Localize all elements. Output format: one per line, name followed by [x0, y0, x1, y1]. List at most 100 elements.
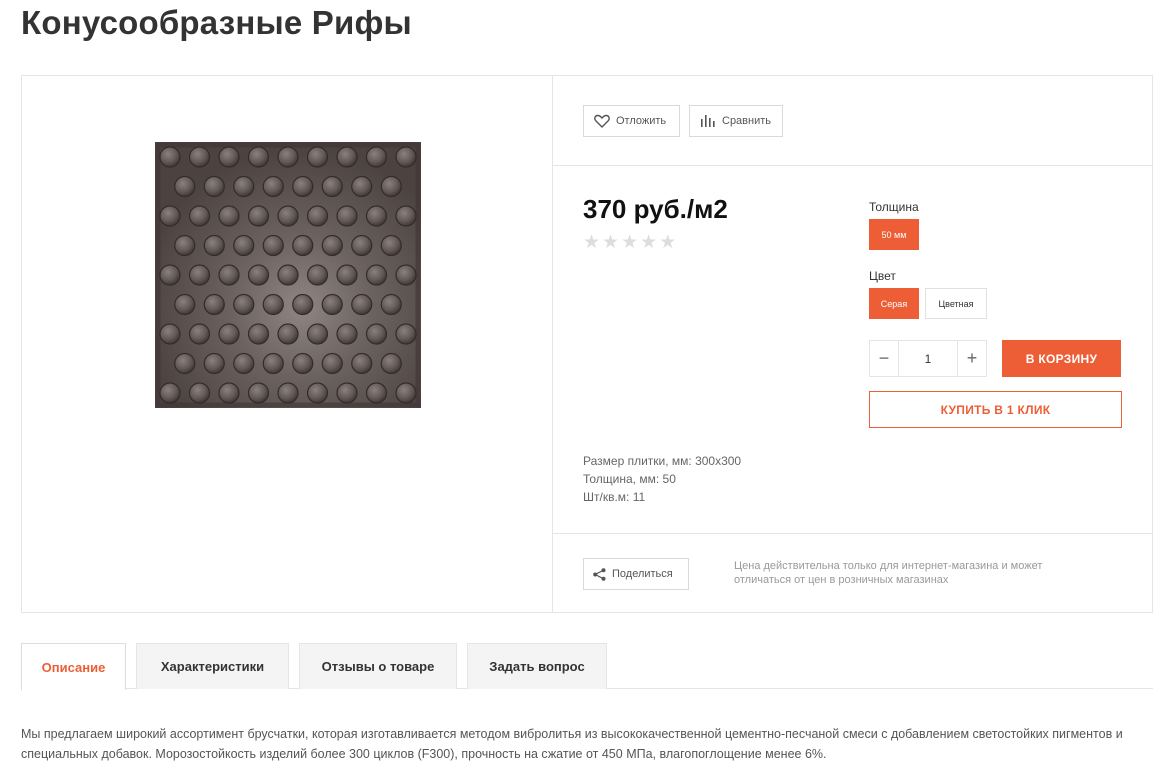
tile-cone	[351, 175, 373, 198]
tile-cone	[351, 293, 373, 316]
tile-cone	[292, 175, 314, 198]
tile-cone	[351, 234, 373, 257]
tile-cone	[159, 205, 181, 227]
tile-cone	[233, 352, 255, 375]
tile-cone	[336, 146, 358, 168]
product-gallery	[22, 76, 553, 612]
tile-cone	[277, 205, 299, 227]
quantity-input[interactable]: 1	[898, 341, 958, 376]
tile-cone	[174, 293, 196, 316]
tile-cone	[306, 323, 329, 345]
compare-button[interactable]: Сравнить	[689, 105, 783, 137]
tile-cone	[159, 146, 181, 168]
add-to-cart-button[interactable]: В КОРЗИНУ	[1002, 340, 1121, 377]
tile-cone	[292, 234, 314, 257]
product-tabs: Описание Характеристики Отзывы о товаре …	[21, 643, 1153, 690]
tile-cone	[395, 264, 417, 286]
page-title: Конусообразные Рифы	[21, 4, 412, 41]
product-properties: Размер плитки, мм: 300x300 Толщина, мм: …	[583, 452, 741, 506]
tile-cone	[321, 293, 343, 316]
product-info: Отложить Сравнить 370 руб./м2 ★ ★ ★ ★ ★ …	[553, 76, 1152, 612]
tile-cone	[159, 323, 181, 345]
tab-reviews[interactable]: Отзывы о товаре	[299, 643, 457, 689]
star-icon[interactable]: ★	[583, 233, 600, 252]
tile-cone	[203, 352, 225, 375]
product-price: 370 руб./м2	[583, 194, 728, 224]
color-label: Цвет	[869, 269, 896, 283]
star-icon[interactable]: ★	[621, 233, 638, 252]
share-icon	[593, 567, 606, 581]
tile-cone	[218, 264, 240, 286]
quantity-stepper: − 1 +	[869, 340, 987, 377]
tile-cone	[247, 264, 270, 286]
tile-cone	[380, 352, 402, 375]
tile-cone	[188, 146, 211, 168]
tile-cone	[395, 205, 417, 227]
tile-cone	[351, 352, 373, 375]
tile-cone	[277, 264, 299, 286]
tab-description[interactable]: Описание	[21, 643, 126, 690]
share-bar: Поделиться Цена действительна только для…	[553, 533, 1152, 612]
quantity-decrease-button[interactable]: −	[870, 341, 898, 376]
star-icon[interactable]: ★	[602, 233, 619, 252]
tile-cone	[365, 264, 388, 286]
tile-cone	[336, 382, 358, 404]
tile-cone	[277, 146, 299, 168]
tile-cone	[188, 382, 211, 404]
tile-cone	[203, 175, 225, 198]
defer-button[interactable]: Отложить	[583, 105, 680, 137]
tile-cone	[159, 382, 181, 404]
tab-characteristics[interactable]: Характеристики	[136, 643, 289, 689]
rating-stars[interactable]: ★ ★ ★ ★ ★	[583, 233, 676, 252]
property-thickness: Толщина, мм: 50	[583, 472, 676, 486]
tile-cone	[365, 146, 388, 168]
tile-cone	[188, 264, 211, 286]
tile-cone	[174, 175, 196, 198]
product-description: Мы предлагаем широкий ассортимент брусча…	[21, 727, 1123, 761]
tile-cone	[292, 352, 314, 375]
tile-cone	[247, 323, 270, 345]
tile-cone	[159, 264, 181, 286]
property-tile-size: Размер плитки, мм: 300x300	[583, 454, 742, 468]
tile-cone	[321, 234, 343, 257]
tile-cone	[262, 293, 284, 316]
thickness-label: Толщина	[869, 200, 919, 214]
tile-cone	[306, 146, 329, 168]
star-icon[interactable]: ★	[640, 233, 657, 252]
tile-cone	[321, 175, 343, 198]
color-option-gray[interactable]: Серая	[869, 288, 919, 319]
tile-cone	[365, 323, 388, 345]
tile-cone	[247, 382, 270, 404]
tile-cone	[395, 323, 417, 345]
tile-cone	[306, 264, 329, 286]
tile-cone	[321, 352, 343, 375]
quantity-increase-button[interactable]: +	[958, 341, 986, 376]
property-per-sqm: Шт/кв.м: 11	[583, 490, 646, 504]
tile-cone	[203, 293, 225, 316]
color-option-colored[interactable]: Цветная	[925, 288, 987, 319]
tile-cone	[395, 146, 417, 168]
buy-one-click-button[interactable]: КУПИТЬ В 1 КЛИК	[869, 391, 1122, 428]
bar-chart-icon	[701, 115, 715, 127]
tab-ask-question[interactable]: Задать вопрос	[467, 643, 607, 689]
tile-cone	[365, 382, 388, 404]
tile-cone	[262, 352, 284, 375]
share-label: Поделиться	[612, 568, 673, 580]
tile-cone	[365, 205, 388, 227]
star-icon[interactable]: ★	[659, 233, 676, 252]
tile-cone	[306, 382, 329, 404]
heart-icon	[594, 114, 610, 128]
tile-cone	[277, 382, 299, 404]
tile-cone	[380, 293, 402, 316]
tile-cone	[277, 323, 299, 345]
price-note: Цена действительна только для интернет-м…	[734, 560, 1043, 586]
tile-cone	[262, 234, 284, 257]
tile-cone	[336, 264, 358, 286]
tile-cone	[336, 323, 358, 345]
tile-cone	[292, 293, 314, 316]
tile-cone	[380, 175, 402, 198]
product-actions: Отложить Сравнить	[553, 76, 1152, 166]
product-image[interactable]	[155, 142, 421, 408]
share-button[interactable]: Поделиться	[583, 558, 689, 590]
thickness-option-50[interactable]: 50 мм	[869, 219, 919, 250]
